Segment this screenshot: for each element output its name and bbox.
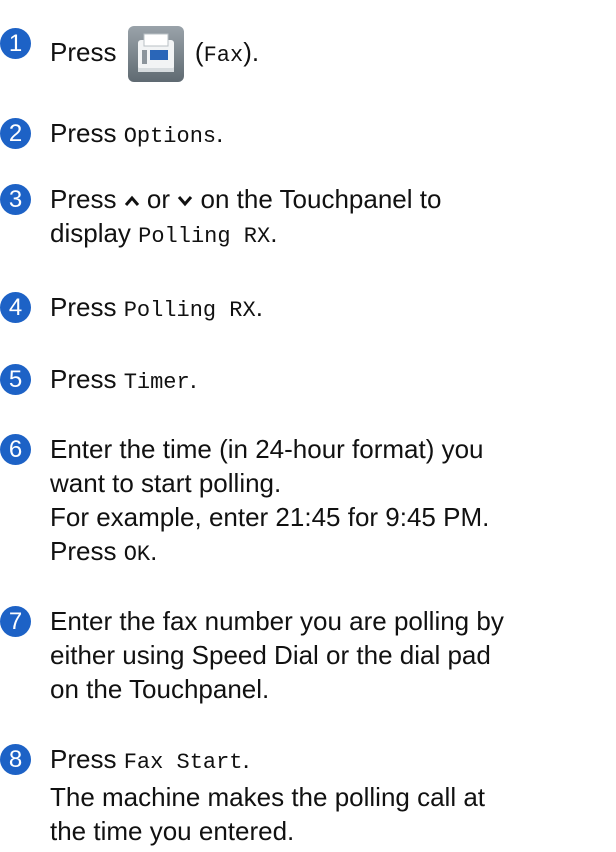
fax-icon[interactable] [127,26,184,82]
ok-button[interactable]: OK [124,542,150,567]
fax-start-button[interactable]: Fax Start [124,750,243,775]
step-text: Press Timer. [50,364,197,395]
step-number: 3 [0,184,31,215]
step-number: 2 [0,118,31,149]
step-number: 8 [0,744,31,775]
options-button[interactable]: Options [124,124,216,149]
step-number: 6 [0,434,31,465]
step-text: Press or on the Touchpanel to display Po… [50,184,442,249]
step-text: Enter the time (in 24-hour format) you w… [50,434,490,567]
step-text: Press (Fax). [50,26,616,82]
step-text: Press Polling RX. [50,292,263,323]
timer-button[interactable]: Timer [124,370,190,395]
step-number: 5 [0,364,31,395]
chevron-down-icon [178,196,193,207]
step-number: 4 [0,292,31,323]
step-text: Press Options. [50,118,224,149]
chevron-up-icon [124,195,139,207]
step-number: 1 [0,28,31,59]
polling-rx-button[interactable]: Polling RX [124,298,256,323]
step-number: 7 [0,606,31,637]
step-text: Enter the fax number you are polling by … [50,606,504,704]
step-text: Press Fax Start. The machine makes the p… [50,744,486,846]
